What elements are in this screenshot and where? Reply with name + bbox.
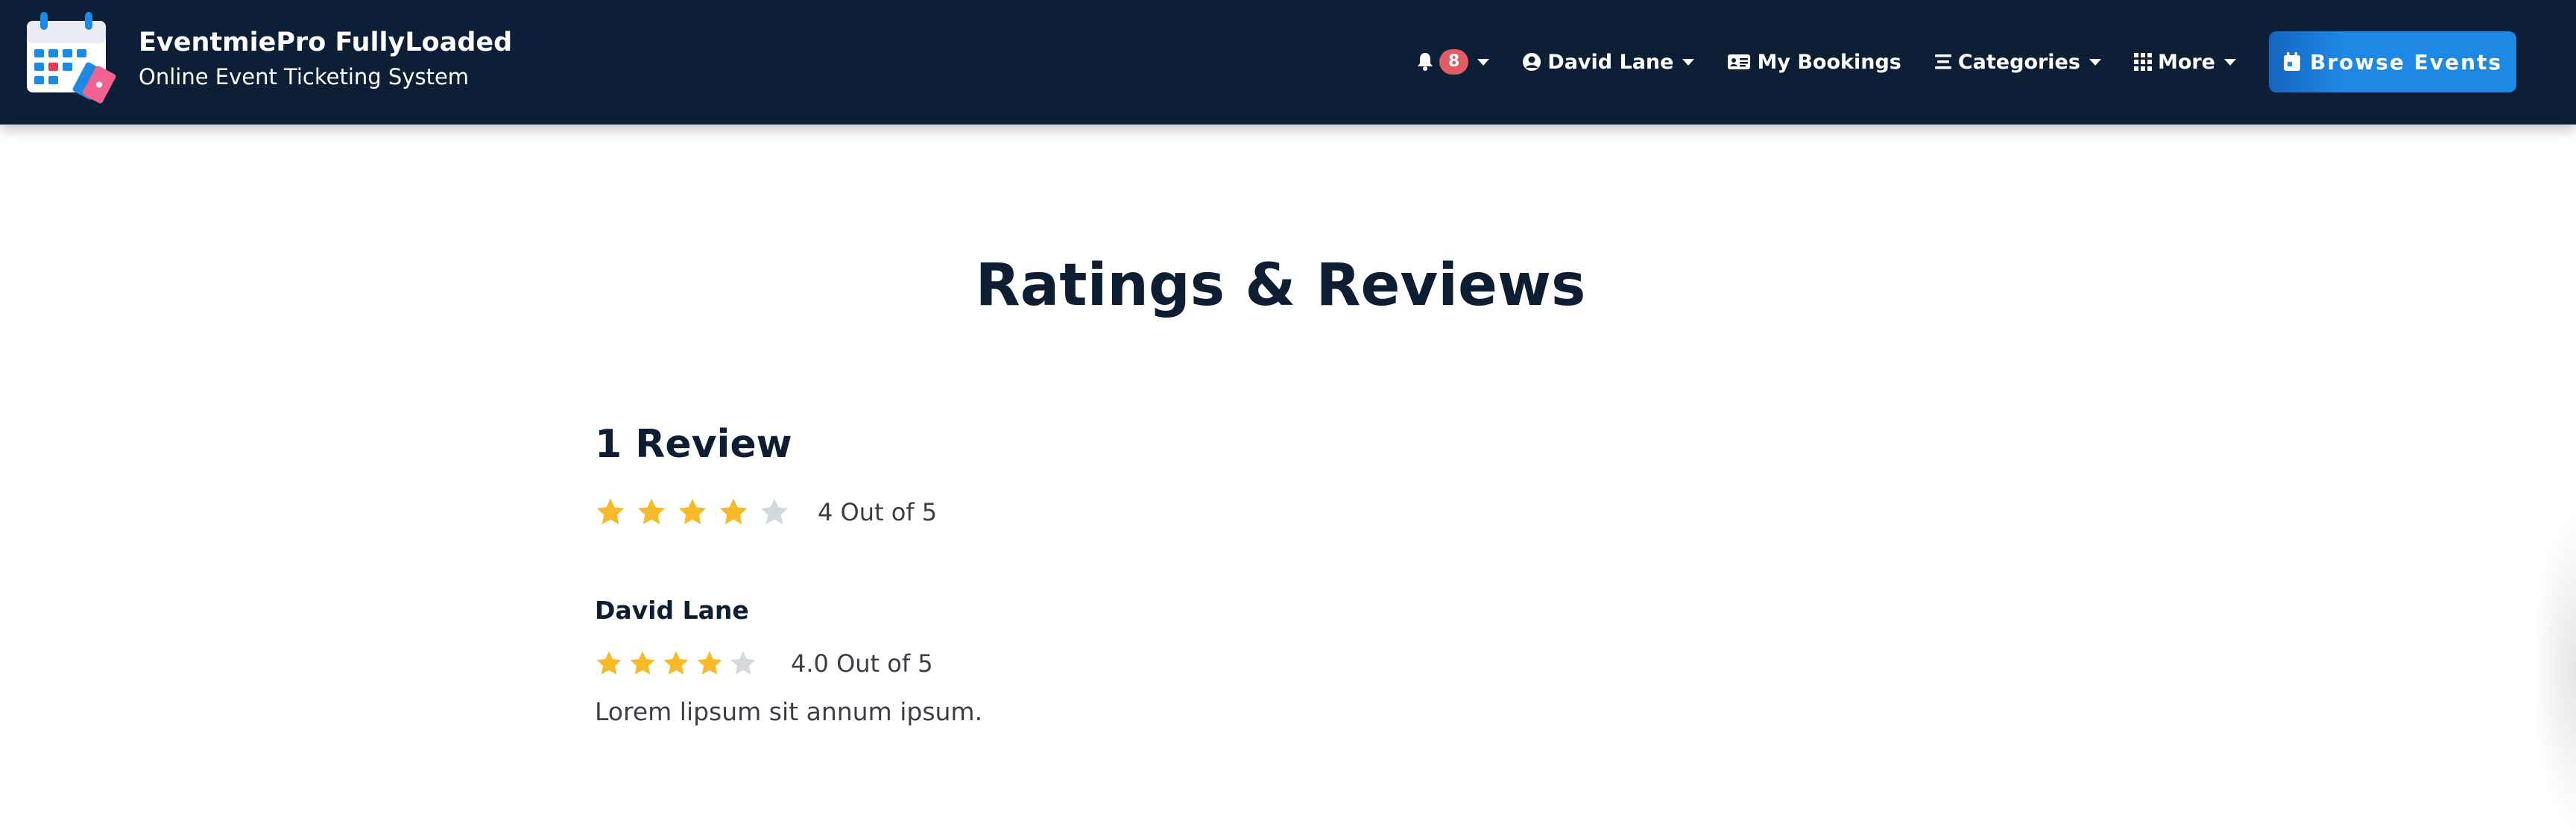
app-title: EventmiePro FullyLoaded xyxy=(139,28,513,57)
list-icon xyxy=(1934,54,1951,69)
star-filled-icon xyxy=(719,498,748,525)
categories-label: Categories xyxy=(1957,50,2080,74)
summary-rating: 4 Out of 5 xyxy=(595,489,1936,535)
user-circle-icon xyxy=(1523,53,1541,71)
more-dropdown[interactable]: More xyxy=(2133,50,2236,74)
edge-shadow xyxy=(2531,507,2576,835)
reviewer-name: David Lane xyxy=(595,596,749,625)
brand-link[interactable]: EventmiePro FullyLoaded Online Event Tic… xyxy=(25,10,512,107)
star-empty-icon xyxy=(760,498,789,525)
star-filled-icon xyxy=(596,498,625,525)
star-filled-icon xyxy=(596,651,622,675)
chevron-down-icon xyxy=(1477,58,1490,66)
browse-events-button[interactable]: Browse Events xyxy=(2269,31,2516,92)
review-count-heading: 1 Review xyxy=(595,422,792,467)
app-tagline: Online Event Ticketing System xyxy=(139,64,470,89)
summary-star-rating xyxy=(595,497,800,528)
notifications-dropdown[interactable]: 8 xyxy=(1417,49,1490,75)
calendar-tickets-logo xyxy=(27,12,116,104)
star-filled-icon xyxy=(697,651,722,675)
user-dropdown[interactable]: David Lane xyxy=(1522,50,1695,74)
categories-dropdown[interactable]: Categories xyxy=(1934,51,2101,74)
reviews-section: 1 Review 4 Out of 5 David Lane 4.0 Out o… xyxy=(595,418,1936,731)
my-bookings-link[interactable]: My Bookings xyxy=(1727,51,1901,74)
review-rating: 4.0 Out of 5 xyxy=(595,644,1936,683)
calendar-icon xyxy=(2283,52,2300,71)
star-filled-icon xyxy=(663,651,689,675)
bell-icon xyxy=(1417,53,1433,71)
more-label: More xyxy=(2157,50,2215,74)
chevron-down-icon xyxy=(2224,58,2236,66)
star-filled-icon xyxy=(637,498,666,525)
review-rating-text: 4.0 Out of 5 xyxy=(791,649,933,678)
user-name: David Lane xyxy=(1547,50,1674,74)
browse-events-label: Browse Events xyxy=(2309,49,2502,75)
notification-count-badge: 8 xyxy=(1439,49,1469,75)
grid-icon xyxy=(2133,53,2152,71)
top-navbar: EventmiePro FullyLoaded Online Event Tic… xyxy=(0,0,2576,125)
id-card-icon xyxy=(1728,54,1751,69)
star-filled-icon xyxy=(630,651,655,675)
chevron-down-icon xyxy=(2089,58,2101,66)
star-filled-icon xyxy=(678,498,707,525)
summary-rating-text: 4 Out of 5 xyxy=(818,498,938,526)
star-empty-icon xyxy=(730,651,756,675)
review-text: Lorem lipsum sit annum ipsum. xyxy=(595,697,983,726)
nav-menu: 8 David Lane My Bookings Categories More… xyxy=(1417,31,2516,92)
my-bookings-label: My Bookings xyxy=(1757,50,1901,74)
chevron-down-icon xyxy=(1682,58,1695,66)
page-title: Ratings & Reviews xyxy=(975,252,1586,319)
review-item: David Lane 4.0 Out of 5 Lorem lipsum sit… xyxy=(595,593,1936,731)
review-star-rating xyxy=(595,649,763,678)
